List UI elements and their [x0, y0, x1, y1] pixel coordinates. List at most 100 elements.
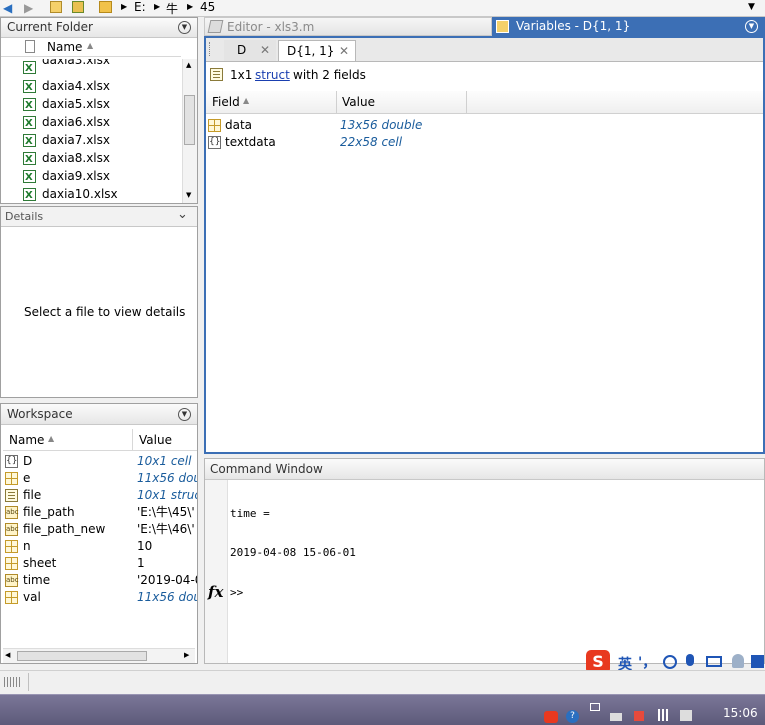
sogou-tray-icon[interactable] [544, 711, 558, 723]
current-folder-header: Current Folder ▼ [1, 18, 197, 38]
excel-file-icon [23, 115, 36, 132]
tab-strip-handle [209, 42, 212, 56]
path-segment-folder[interactable]: 牛 [166, 0, 178, 17]
struct-icon [210, 68, 223, 81]
close-icon[interactable]: ✕ [339, 41, 349, 62]
variables-column-header[interactable]: Field ▲ Value [206, 91, 763, 114]
field-column-label: Field [212, 95, 240, 109]
scroll-down-icon[interactable]: ▼ [186, 191, 191, 199]
panel-menu-icon[interactable]: ▼ [178, 21, 191, 34]
help-tray-icon[interactable]: ? [566, 710, 579, 723]
taskbar-clock[interactable]: 15:06 [723, 706, 758, 720]
status-bar [0, 670, 765, 693]
table-row[interactable]: sheet 1 [3, 555, 197, 572]
variables-icon [496, 20, 509, 33]
scroll-up-icon[interactable]: ▲ [186, 61, 191, 69]
char-array-icon: abc [5, 523, 19, 536]
user-icon[interactable] [732, 654, 744, 668]
workspace-header: Workspace ▼ [1, 404, 197, 425]
close-icon[interactable]: ✕ [260, 40, 270, 61]
name-column-label: Name [9, 433, 45, 447]
function-browser-icon[interactable]: fx [208, 583, 223, 601]
char-array-icon: abc [5, 506, 19, 519]
scroll-left-icon[interactable]: ◀ [5, 651, 10, 659]
table-row[interactable]: {} textdata 22x58 cell [206, 134, 763, 151]
file-list-scrollbar[interactable]: ▲ ▼ [182, 59, 197, 203]
browse-folder-icon[interactable] [72, 1, 84, 13]
value-column-label: Value [342, 95, 375, 109]
status-grip-icon [4, 677, 20, 687]
table-row[interactable]: data 13x56 double [206, 117, 763, 134]
matrix-icon [5, 557, 18, 570]
back-arrow-icon[interactable]: ◀ [3, 1, 12, 15]
excel-file-icon [23, 151, 36, 168]
struct-size: 1x1 [230, 68, 253, 82]
table-row[interactable]: abc file_path_new 'E:\牛\46\' [3, 521, 197, 538]
tab-D-1-1[interactable]: D{1, 1} ✕ [278, 40, 356, 61]
panel-menu-icon[interactable]: ▼ [745, 20, 758, 33]
path-segment-subfolder[interactable]: 45 [200, 0, 215, 14]
scroll-thumb[interactable] [184, 95, 195, 145]
volume-tray-icon[interactable] [680, 710, 692, 721]
ime-punctuation-toggle[interactable]: '， [638, 652, 656, 672]
skin-shirt-icon[interactable] [751, 655, 764, 668]
matrix-icon [5, 591, 18, 604]
workspace-variable-list: {} D 10x1 cell e 11x56 dou file 10x1 struc a… [3, 453, 197, 645]
workspace-title: Workspace [7, 407, 73, 421]
variables-tabs: D ✕ D{1, 1} ✕ [206, 38, 763, 62]
excel-file-icon [23, 97, 36, 114]
excel-file-icon [23, 79, 36, 96]
matrix-icon [208, 119, 221, 132]
variables-panel: D ✕ D{1, 1} ✕ 1x1 struct with 2 fields F… [204, 36, 765, 454]
char-array-icon: abc [5, 574, 19, 587]
path-separator-icon: ▶ [121, 2, 128, 11]
table-row[interactable]: e 11x56 dou [3, 470, 197, 487]
current-folder-panel: Current Folder ▼ Name ▲ daxia3.xlsx daxi… [0, 17, 198, 204]
command-window-header: Command Window [205, 459, 764, 480]
matrix-icon [5, 540, 18, 553]
details-header[interactable]: Details ⌄ [1, 207, 197, 227]
window-tray-icon[interactable] [590, 703, 600, 711]
workspace-column-header[interactable]: Name ▲ Value [3, 429, 197, 451]
table-row[interactable]: abc file_path 'E:\牛\45\' [3, 504, 197, 521]
table-row[interactable]: file 10x1 struc [3, 487, 197, 504]
sort-asc-icon: ▲ [87, 41, 94, 50]
command-window[interactable]: Command Window time = 2019-04-08 15-06-0… [204, 458, 765, 664]
table-row[interactable]: {} D 10x1 cell [3, 453, 197, 470]
scroll-right-icon[interactable]: ▶ [184, 651, 189, 659]
network-tray-icon[interactable] [610, 713, 622, 721]
value-column-label: Value [139, 433, 172, 447]
table-row[interactable]: abc time '2019-04-0 [3, 572, 197, 589]
command-output-value: 2019-04-08 15-06-01 [230, 546, 356, 559]
chevron-down-icon[interactable]: ⌄ [177, 207, 188, 222]
address-dropdown-icon[interactable]: ▼ [748, 2, 755, 12]
sort-asc-icon: ▲ [48, 434, 55, 443]
flag-tray-icon[interactable] [634, 711, 644, 721]
taskbar: ? 15:06 [0, 694, 765, 725]
variables-title: Variables - D{1, 1} [516, 19, 631, 33]
current-folder-column-header[interactable]: Name ▲ [1, 38, 181, 57]
table-row[interactable]: n 10 [3, 538, 197, 555]
excel-file-icon [23, 169, 36, 186]
sort-asc-icon: ▲ [243, 96, 250, 105]
variables-title-bar[interactable]: Variables - D{1, 1} ▼ [492, 17, 765, 36]
emoji-icon[interactable] [663, 655, 677, 669]
keyboard-icon[interactable] [706, 656, 722, 667]
current-folder-title: Current Folder [7, 20, 93, 34]
command-prompt[interactable]: >> [230, 586, 243, 599]
signal-tray-icon[interactable] [658, 709, 670, 721]
file-list: daxia3.xlsx daxia4.xlsx daxia5.xlsx daxi… [1, 59, 181, 203]
editor-title-bar[interactable]: Editor - xls3.m [204, 17, 492, 36]
path-segment-drive[interactable]: E: [134, 0, 146, 14]
microphone-icon[interactable] [686, 654, 694, 666]
tab-D[interactable]: D ✕ [224, 40, 276, 61]
panel-menu-icon[interactable]: ▼ [178, 408, 191, 421]
command-output-line: time = [230, 507, 270, 520]
forward-arrow-icon[interactable]: ▶ [24, 1, 33, 15]
struct-link[interactable]: struct [255, 66, 290, 84]
workspace-horizontal-scrollbar[interactable]: ◀ ▶ [3, 648, 195, 663]
up-folder-icon[interactable] [50, 1, 62, 13]
name-column-label: Name [47, 40, 83, 54]
scroll-thumb[interactable] [17, 651, 147, 661]
table-row[interactable]: val 11x56 dou [3, 589, 197, 606]
